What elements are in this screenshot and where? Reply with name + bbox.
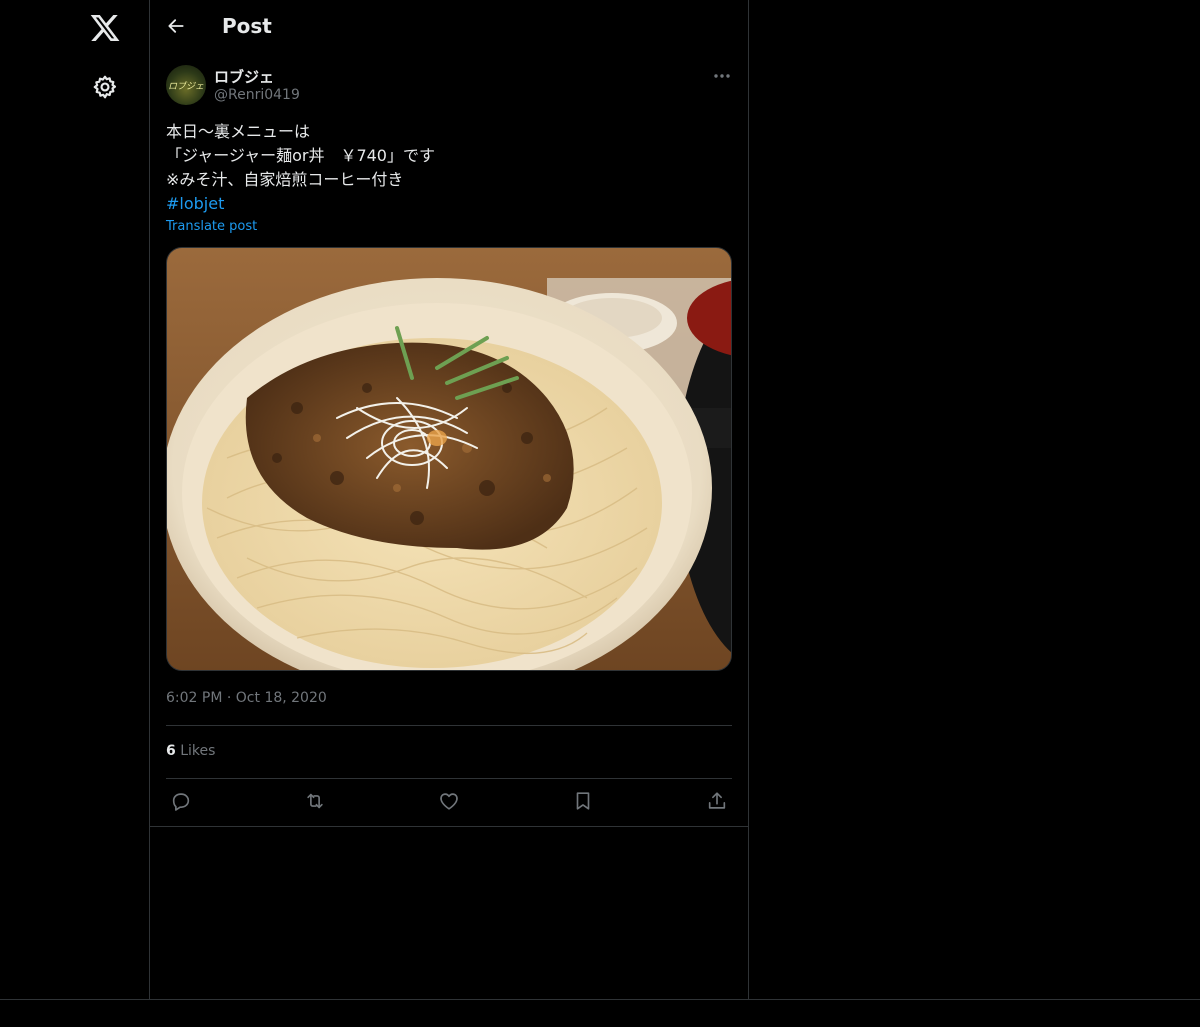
translate-post-link[interactable]: Translate post [166,219,257,234]
sidebar [0,0,150,1000]
post-time: 6:02 PM [166,690,223,706]
likes-label: Likes [180,743,216,759]
post-text-line: 本日〜裏メニューは [166,122,311,141]
timestamp-separator: · [226,690,232,706]
post-text-line: 「ジャージャー麺or丼 ￥740」です [166,146,435,165]
post-photo[interactable] [166,247,732,671]
post-column: Post ロブジェ ロブジェ @Renri0419 本日〜裏メニューは 「ジャー… [150,0,749,1000]
divider [166,778,732,779]
page-title: Post [222,14,272,38]
gear-icon[interactable] [92,74,118,100]
post-bottom-border [150,826,748,827]
post-actions-bar [150,790,748,816]
likes-count-link[interactable]: 6 Likes [166,743,215,759]
bookmark-icon[interactable] [572,790,594,812]
avatar-logo-text: ロブジェ [167,82,204,92]
share-icon[interactable] [706,790,728,812]
more-options-icon[interactable] [712,66,732,86]
post-text-line: ※みそ汁、自家焙煎コーヒー付き [166,170,404,189]
back-arrow-icon[interactable] [166,16,186,36]
bottom-border [0,999,1200,1000]
author-handle[interactable]: @Renri0419 [214,87,300,103]
divider [166,725,732,726]
reply-icon[interactable] [170,790,192,812]
post-date: Oct 18, 2020 [235,690,327,706]
post-timestamp[interactable]: 6:02 PM · Oct 18, 2020 [166,690,327,706]
like-icon[interactable] [438,790,460,812]
avatar[interactable]: ロブジェ [166,65,206,105]
repost-icon[interactable] [304,790,326,812]
x-logo-icon[interactable] [89,12,121,44]
post-text: 本日〜裏メニューは 「ジャージャー麺or丼 ￥740」です ※みそ汁、自家焙煎コ… [166,120,732,216]
noodle-dish-image [167,248,731,670]
hashtag-link[interactable]: #lobjet [166,192,732,216]
likes-count: 6 [166,743,176,759]
author-display-name[interactable]: ロブジェ [214,66,274,87]
page-header: Post [150,0,748,54]
